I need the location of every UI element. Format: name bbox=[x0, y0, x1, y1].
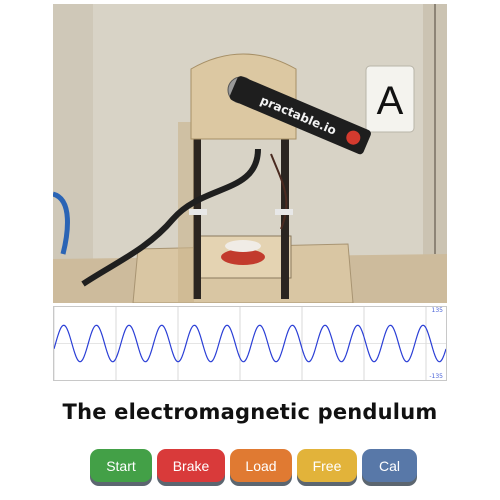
y-max-tick-label: 135 bbox=[431, 307, 443, 314]
control-buttons: Start Brake Load Free Cal bbox=[90, 449, 417, 489]
cal-button[interactable]: Cal bbox=[362, 449, 417, 482]
start-button[interactable]: Start bbox=[90, 449, 152, 482]
brake-button[interactable]: Brake bbox=[157, 449, 225, 482]
label-card: A bbox=[365, 65, 415, 133]
angle-plot bbox=[54, 307, 446, 380]
angle-graph: 135 -135 bbox=[53, 306, 447, 381]
label-card-letter: A bbox=[377, 79, 404, 123]
load-button[interactable]: Load bbox=[230, 449, 292, 482]
free-button[interactable]: Free bbox=[297, 449, 357, 482]
y-min-tick-label: -135 bbox=[429, 373, 443, 380]
graph-grid bbox=[54, 307, 446, 380]
camera-image: A practable.io bbox=[53, 4, 447, 303]
camera-feed: A practable.io bbox=[53, 4, 447, 303]
page-title: The electromagnetic pendulum bbox=[62, 400, 438, 424]
